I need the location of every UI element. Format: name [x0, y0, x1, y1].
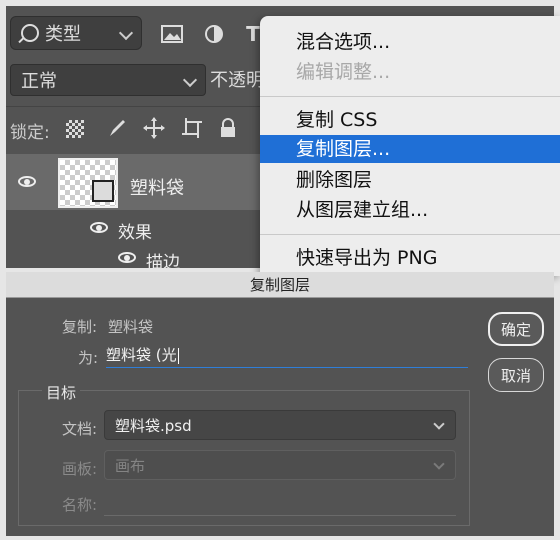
layer-filter-value: 类型 — [45, 24, 81, 45]
layer-context-menu: 混合选项... 编辑调整... 复制 CSS 复制图层... 删除图层 从图层建… — [260, 16, 560, 276]
stroke-effect-label[interactable]: 描边 — [146, 248, 180, 268]
smart-object-badge-icon — [92, 180, 114, 202]
text-cursor — [177, 347, 179, 364]
chevron-down-icon — [118, 25, 134, 41]
name-label: 名称: — [62, 496, 98, 514]
document-label: 文档: — [62, 420, 98, 438]
menu-item-edit-adjustment: 编辑调整... — [296, 61, 391, 83]
duplicate-label: 复制: — [62, 318, 98, 336]
menu-item-duplicate-layer[interactable]: 复制图层... — [260, 135, 560, 163]
blend-mode-select[interactable]: 正常 — [10, 64, 206, 96]
visibility-eye-icon[interactable] — [18, 176, 36, 187]
lock-image-pixels-icon[interactable] — [104, 114, 130, 142]
destination-group-title: 目标 — [42, 382, 81, 403]
cancel-button[interactable]: 取消 — [488, 358, 544, 392]
as-name-input[interactable]: 塑料袋 (光 — [106, 342, 468, 368]
pixel-layer-filter-icon[interactable] — [158, 20, 186, 48]
document-select[interactable]: 塑料袋.psd — [104, 410, 456, 440]
document-select-value: 塑料袋.psd — [115, 417, 192, 435]
search-icon — [21, 24, 39, 42]
lock-all-icon[interactable] — [216, 114, 240, 142]
opacity-label: 不透明 — [210, 70, 264, 91]
menu-item-quick-export-png[interactable]: 快速导出为 PNG — [260, 244, 560, 272]
chevron-down-icon — [433, 418, 445, 430]
duplicate-source-value: 塑料袋 — [108, 318, 154, 336]
layer-name[interactable]: 塑料袋 — [130, 174, 184, 200]
chevron-down-icon — [182, 72, 198, 88]
ok-button[interactable]: 确定 — [488, 312, 544, 346]
layer-filter-select[interactable]: 类型 — [10, 16, 142, 50]
menu-separator — [260, 96, 560, 97]
as-label: 为: — [78, 349, 99, 367]
chevron-down-icon — [433, 458, 445, 470]
effects-visibility-eye-icon[interactable] — [90, 222, 108, 233]
blend-mode-value: 正常 — [21, 71, 57, 92]
lock-transparent-pixels-icon[interactable] — [66, 120, 84, 138]
as-name-value: 塑料袋 (光 — [106, 346, 177, 364]
lock-position-icon[interactable] — [140, 114, 168, 142]
menu-separator — [260, 234, 560, 235]
artboard-select-value: 画布 — [115, 457, 146, 475]
stroke-visibility-eye-icon[interactable] — [118, 252, 136, 263]
duplicate-layer-dialog: 复制图层 复制: 塑料袋 为: 塑料袋 (光 确定 取消 目标 文档: 塑料袋.… — [6, 272, 554, 536]
adjustment-layer-filter-icon[interactable] — [200, 20, 228, 48]
dialog-title: 复制图层 — [6, 272, 554, 298]
lock-artboard-icon[interactable] — [178, 114, 206, 142]
effects-label: 效果 — [118, 223, 152, 243]
menu-item-blending-options[interactable]: 混合选项... — [260, 28, 560, 56]
lock-label: 锁定: — [10, 123, 50, 143]
artboard-select: 画布 — [104, 450, 456, 480]
artboard-label: 画板: — [62, 460, 98, 478]
menu-item-group-from-layers[interactable]: 从图层建立组... — [260, 196, 560, 224]
name-input — [104, 490, 456, 516]
menu-item-copy-css[interactable]: 复制 CSS — [260, 106, 560, 134]
menu-item-delete-layer[interactable]: 删除图层 — [260, 166, 560, 194]
